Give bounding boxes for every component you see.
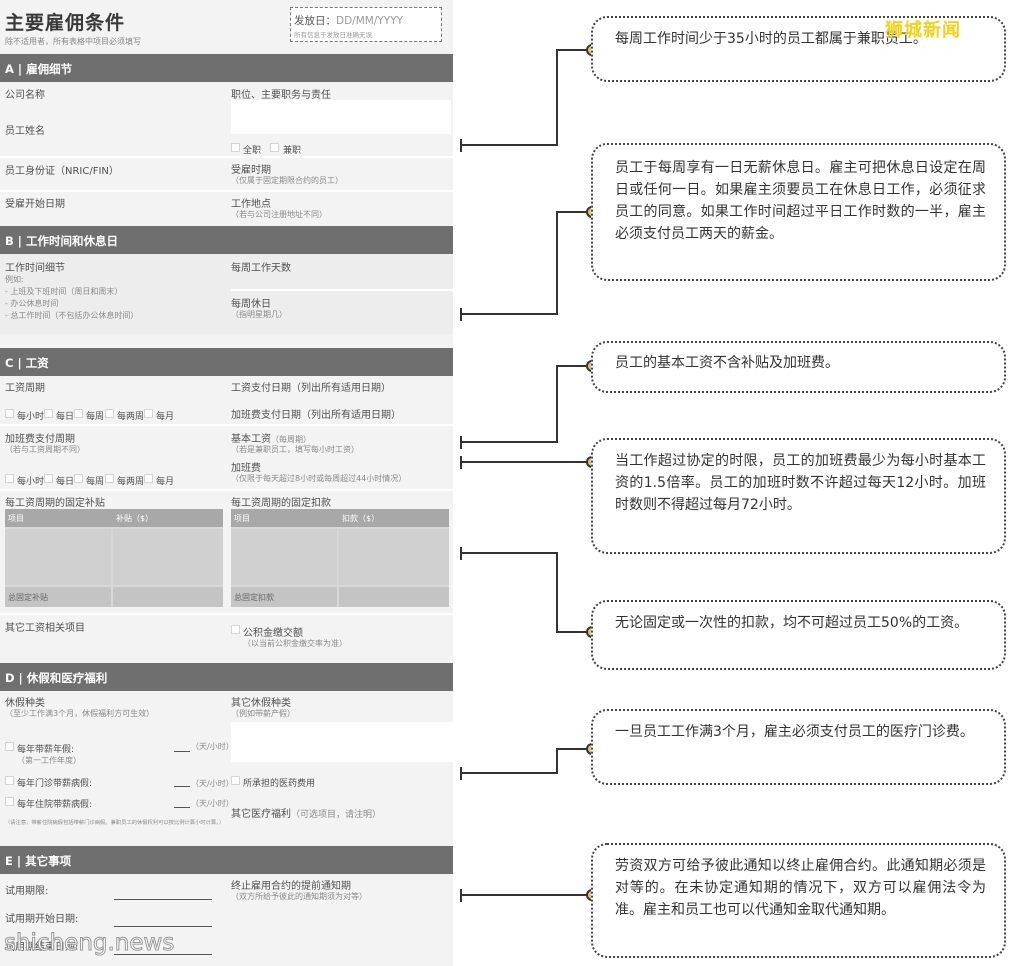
callout-overtime: 当工作超过协定的时限，员工的加班费最少为每小时基本工资的1.5倍率。员工的加班时… [591,438,1006,554]
watermark-top: 狮城新闻 [885,20,961,41]
connector-5 [462,552,590,633]
connector-2 [462,211,590,315]
connector-3 [462,365,590,443]
callout-rest-day: 员工于每周享有一日无薪休息日。雇主可把休息日设定在周日或任何一日。如果雇主须要员… [591,143,1006,281]
callout-basic-salary: 员工的基本工资不含补贴及加班费。 [591,341,1006,393]
connector-6 [462,748,590,774]
connector-1 [462,49,590,146]
callout-deduction: 无论固定或一次性的扣款，均不可超过员工50%的工资。 [591,600,1006,670]
watermark-bottom: shicheng.news [3,930,175,957]
callout-notice-period: 劳资双方可给予彼此通知以终止雇佣合约。此通知期必须是对等的。在未协定通知期的情况… [591,843,1006,958]
callout-medical: 一旦员工工作满3个月，雇主必须支付员工的医疗门诊费。 [591,709,1006,785]
